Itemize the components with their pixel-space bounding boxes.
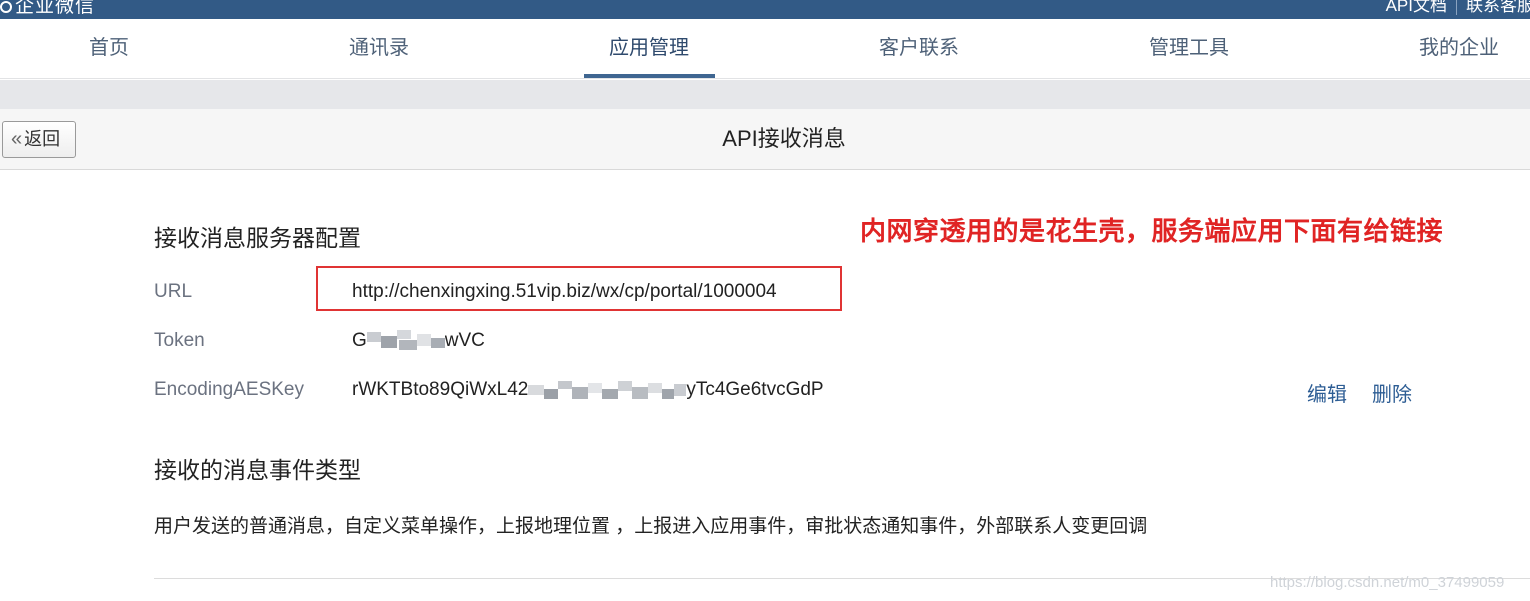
- aeskey-label: EncodingAESKey: [154, 379, 304, 400]
- top-link-api-docs[interactable]: API文档: [1386, 0, 1447, 15]
- tab-app-management[interactable]: 应用管理: [609, 19, 689, 79]
- url-value: http://chenxingxing.51vip.biz/wx/cp/port…: [352, 281, 777, 302]
- tab-customer-contact[interactable]: 客户联系: [879, 19, 959, 79]
- aeskey-redaction-mosaic: [528, 379, 687, 401]
- logo[interactable]: 企业微信: [0, 0, 95, 18]
- main-nav: 首页 通讯录 应用管理 客户联系 管理工具 我的企业: [0, 19, 1530, 79]
- top-link-separator: [1456, 0, 1457, 15]
- top-link-support[interactable]: 联系客服: [1466, 0, 1530, 15]
- annotation-note: 内网穿透用的是花生壳，服务端应用下面有给链接: [860, 216, 1444, 246]
- token-value-end: wVC: [444, 330, 485, 352]
- aeskey-value: rWKTBto89QiWxL42 yTc4Ge6tvcGdP: [352, 379, 824, 401]
- logo-text: 企业微信: [15, 0, 96, 17]
- tab-my-enterprise[interactable]: 我的企业: [1419, 19, 1499, 79]
- token-label: Token: [154, 330, 205, 351]
- wecom-logo-icon: [0, 0, 12, 13]
- tab-management-tools[interactable]: 管理工具: [1149, 19, 1229, 79]
- token-value: G wVC: [352, 330, 485, 352]
- top-links: API文档 联系客服: [1386, 0, 1530, 16]
- token-redaction-mosaic: [366, 330, 445, 352]
- delete-link[interactable]: 删除: [1372, 378, 1412, 407]
- section-gap: [0, 80, 1530, 109]
- watermark: https://blog.csdn.net/m0_37499059: [1270, 574, 1505, 591]
- event-types-list: 用户发送的普通消息，自定义菜单操作，上报地理位置 ，上报进入应用事件，审批状态通…: [154, 516, 1148, 537]
- server-config-heading: 接收消息服务器配置: [154, 225, 361, 251]
- top-bar: 企业微信 API文档 联系客服: [0, 0, 1530, 19]
- edit-link[interactable]: 编辑: [1307, 378, 1347, 407]
- aeskey-value-end: yTc4Ge6tvcGdP: [686, 379, 824, 401]
- tab-home[interactable]: 首页: [89, 19, 129, 79]
- token-value-start: G: [352, 330, 367, 352]
- event-types-heading: 接收的消息事件类型: [154, 457, 361, 483]
- page-title-bar: «返回 API接收消息: [0, 109, 1530, 170]
- active-tab-indicator: [584, 74, 715, 78]
- tab-contacts[interactable]: 通讯录: [349, 19, 409, 79]
- page-title: API接收消息: [722, 126, 846, 151]
- aeskey-value-start: rWKTBto89QiWxL42: [352, 379, 529, 401]
- url-label: URL: [154, 281, 193, 302]
